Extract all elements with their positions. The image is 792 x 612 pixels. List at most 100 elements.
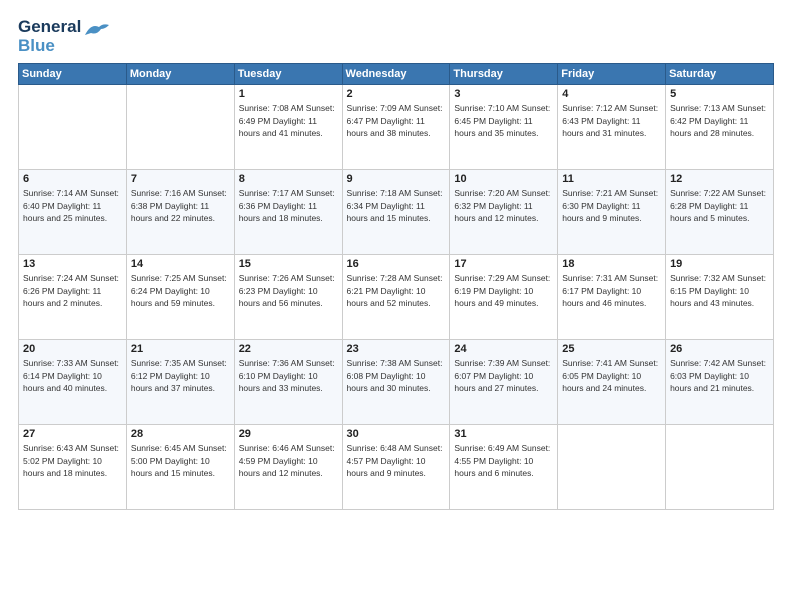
day-info: Sunrise: 7:31 AM Sunset: 6:17 PM Dayligh…	[562, 272, 661, 309]
calendar-cell: 11 Sunrise: 7:21 AM Sunset: 6:30 PM Dayli…	[558, 170, 666, 255]
day-number: 22	[239, 343, 338, 355]
weekday-header: Tuesday	[234, 64, 342, 85]
calendar-cell: 2 Sunrise: 7:09 AM Sunset: 6:47 PM Daylig…	[342, 85, 450, 170]
calendar-week-row: 20 Sunrise: 7:33 AM Sunset: 6:14 PM Dayli…	[19, 340, 774, 425]
day-info: Sunrise: 6:49 AM Sunset: 4:55 PM Dayligh…	[454, 442, 553, 479]
weekday-header: Sunday	[19, 64, 127, 85]
calendar-cell	[126, 85, 234, 170]
day-number: 18	[562, 258, 661, 270]
calendar-week-row: 27 Sunrise: 6:43 AM Sunset: 5:02 PM Dayli…	[19, 425, 774, 510]
calendar-cell	[558, 425, 666, 510]
calendar-cell: 5 Sunrise: 7:13 AM Sunset: 6:42 PM Daylig…	[666, 85, 774, 170]
calendar-cell: 8 Sunrise: 7:17 AM Sunset: 6:36 PM Daylig…	[234, 170, 342, 255]
day-number: 3	[454, 88, 553, 100]
day-number: 1	[239, 88, 338, 100]
calendar-cell: 16Sunrise: 7:28 AM Sunset: 6:21 PM Dayli…	[342, 255, 450, 340]
calendar-week-row: 13 Sunrise: 7:24 AM Sunset: 6:26 PM Dayli…	[19, 255, 774, 340]
calendar-cell: 22 Sunrise: 7:36 AM Sunset: 6:10 PM Dayli…	[234, 340, 342, 425]
calendar-cell: 25 Sunrise: 7:41 AM Sunset: 6:05 PM Dayli…	[558, 340, 666, 425]
day-number: 26	[670, 343, 769, 355]
calendar-cell: 14Sunrise: 7:25 AM Sunset: 6:24 PM Dayli…	[126, 255, 234, 340]
weekday-header: Wednesday	[342, 64, 450, 85]
day-info: Sunrise: 7:36 AM Sunset: 6:10 PM Dayligh…	[239, 357, 338, 394]
day-info: Sunrise: 7:28 AM Sunset: 6:21 PM Dayligh…	[347, 272, 446, 309]
day-number: 2	[347, 88, 446, 100]
day-number: 17	[454, 258, 553, 270]
calendar-cell: 27 Sunrise: 6:43 AM Sunset: 5:02 PM Dayli…	[19, 425, 127, 510]
day-info: Sunrise: 7:22 AM Sunset: 6:28 PM Dayligh…	[670, 187, 769, 224]
page: General Blue SundayMondayTuesdayWednesda…	[0, 0, 792, 612]
logo-blue: Blue	[18, 37, 81, 56]
day-number: 9	[347, 173, 446, 185]
calendar-cell: 21Sunrise: 7:35 AM Sunset: 6:12 PM Dayli…	[126, 340, 234, 425]
calendar-cell: 29 Sunrise: 6:46 AM Sunset: 4:59 PM Dayli…	[234, 425, 342, 510]
day-number: 24	[454, 343, 553, 355]
day-number: 4	[562, 88, 661, 100]
day-number: 21	[131, 343, 230, 355]
day-info: Sunrise: 6:45 AM Sunset: 5:00 PM Dayligh…	[131, 442, 230, 479]
weekday-header: Thursday	[450, 64, 558, 85]
day-number: 8	[239, 173, 338, 185]
day-info: Sunrise: 7:10 AM Sunset: 6:45 PM Dayligh…	[454, 102, 553, 139]
day-info: Sunrise: 7:41 AM Sunset: 6:05 PM Dayligh…	[562, 357, 661, 394]
day-info: Sunrise: 7:33 AM Sunset: 6:14 PM Dayligh…	[23, 357, 122, 394]
calendar-cell: 6Sunrise: 7:14 AM Sunset: 6:40 PM Daylig…	[19, 170, 127, 255]
day-info: Sunrise: 7:38 AM Sunset: 6:08 PM Dayligh…	[347, 357, 446, 394]
day-info: Sunrise: 7:39 AM Sunset: 6:07 PM Dayligh…	[454, 357, 553, 394]
day-number: 19	[670, 258, 769, 270]
day-number: 29	[239, 428, 338, 440]
day-info: Sunrise: 7:29 AM Sunset: 6:19 PM Dayligh…	[454, 272, 553, 309]
calendar-cell: 17 Sunrise: 7:29 AM Sunset: 6:19 PM Dayli…	[450, 255, 558, 340]
logo-general: General	[18, 18, 81, 37]
day-number: 6	[23, 173, 122, 185]
day-info: Sunrise: 7:17 AM Sunset: 6:36 PM Dayligh…	[239, 187, 338, 224]
day-info: Sunrise: 7:18 AM Sunset: 6:34 PM Dayligh…	[347, 187, 446, 224]
calendar-cell: 24 Sunrise: 7:39 AM Sunset: 6:07 PM Dayli…	[450, 340, 558, 425]
day-number: 14	[131, 258, 230, 270]
day-info: Sunrise: 7:26 AM Sunset: 6:23 PM Dayligh…	[239, 272, 338, 309]
calendar-cell: 9 Sunrise: 7:18 AM Sunset: 6:34 PM Daylig…	[342, 170, 450, 255]
day-info: Sunrise: 6:46 AM Sunset: 4:59 PM Dayligh…	[239, 442, 338, 479]
day-info: Sunrise: 6:43 AM Sunset: 5:02 PM Dayligh…	[23, 442, 122, 479]
calendar-week-row: 1 Sunrise: 7:08 AM Sunset: 6:49 PM Daylig…	[19, 85, 774, 170]
day-info: Sunrise: 7:16 AM Sunset: 6:38 PM Dayligh…	[131, 187, 230, 224]
weekday-header: Monday	[126, 64, 234, 85]
calendar-cell: 7 Sunrise: 7:16 AM Sunset: 6:38 PM Daylig…	[126, 170, 234, 255]
day-number: 31	[454, 428, 553, 440]
calendar-cell: 1 Sunrise: 7:08 AM Sunset: 6:49 PM Daylig…	[234, 85, 342, 170]
day-number: 5	[670, 88, 769, 100]
calendar-cell	[19, 85, 127, 170]
logo: General Blue	[18, 18, 111, 55]
day-info: Sunrise: 7:09 AM Sunset: 6:47 PM Dayligh…	[347, 102, 446, 139]
day-number: 12	[670, 173, 769, 185]
calendar-cell: 15 Sunrise: 7:26 AM Sunset: 6:23 PM Dayli…	[234, 255, 342, 340]
day-info: Sunrise: 7:24 AM Sunset: 6:26 PM Dayligh…	[23, 272, 122, 309]
day-info: Sunrise: 6:48 AM Sunset: 4:57 PM Dayligh…	[347, 442, 446, 479]
day-number: 27	[23, 428, 122, 440]
day-number: 20	[23, 343, 122, 355]
day-info: Sunrise: 7:08 AM Sunset: 6:49 PM Dayligh…	[239, 102, 338, 139]
calendar: SundayMondayTuesdayWednesdayThursdayFrid…	[18, 63, 774, 510]
weekday-header: Saturday	[666, 64, 774, 85]
day-number: 25	[562, 343, 661, 355]
calendar-cell: 3 Sunrise: 7:10 AM Sunset: 6:45 PM Daylig…	[450, 85, 558, 170]
calendar-cell: 31 Sunrise: 6:49 AM Sunset: 4:55 PM Dayli…	[450, 425, 558, 510]
calendar-cell: 26 Sunrise: 7:42 AM Sunset: 6:03 PM Dayli…	[666, 340, 774, 425]
day-number: 13	[23, 258, 122, 270]
day-info: Sunrise: 7:21 AM Sunset: 6:30 PM Dayligh…	[562, 187, 661, 224]
day-number: 15	[239, 258, 338, 270]
day-number: 7	[131, 173, 230, 185]
day-info: Sunrise: 7:20 AM Sunset: 6:32 PM Dayligh…	[454, 187, 553, 224]
calendar-cell: 18 Sunrise: 7:31 AM Sunset: 6:17 PM Dayli…	[558, 255, 666, 340]
day-info: Sunrise: 7:13 AM Sunset: 6:42 PM Dayligh…	[670, 102, 769, 139]
day-info: Sunrise: 7:42 AM Sunset: 6:03 PM Dayligh…	[670, 357, 769, 394]
day-number: 30	[347, 428, 446, 440]
day-number: 11	[562, 173, 661, 185]
weekday-header: Friday	[558, 64, 666, 85]
calendar-cell: 13 Sunrise: 7:24 AM Sunset: 6:26 PM Dayli…	[19, 255, 127, 340]
calendar-cell	[666, 425, 774, 510]
calendar-cell: 23Sunrise: 7:38 AM Sunset: 6:08 PM Dayli…	[342, 340, 450, 425]
calendar-cell: 10Sunrise: 7:20 AM Sunset: 6:32 PM Dayli…	[450, 170, 558, 255]
logo-bird-icon	[83, 21, 111, 44]
calendar-cell: 28Sunrise: 6:45 AM Sunset: 5:00 PM Dayli…	[126, 425, 234, 510]
